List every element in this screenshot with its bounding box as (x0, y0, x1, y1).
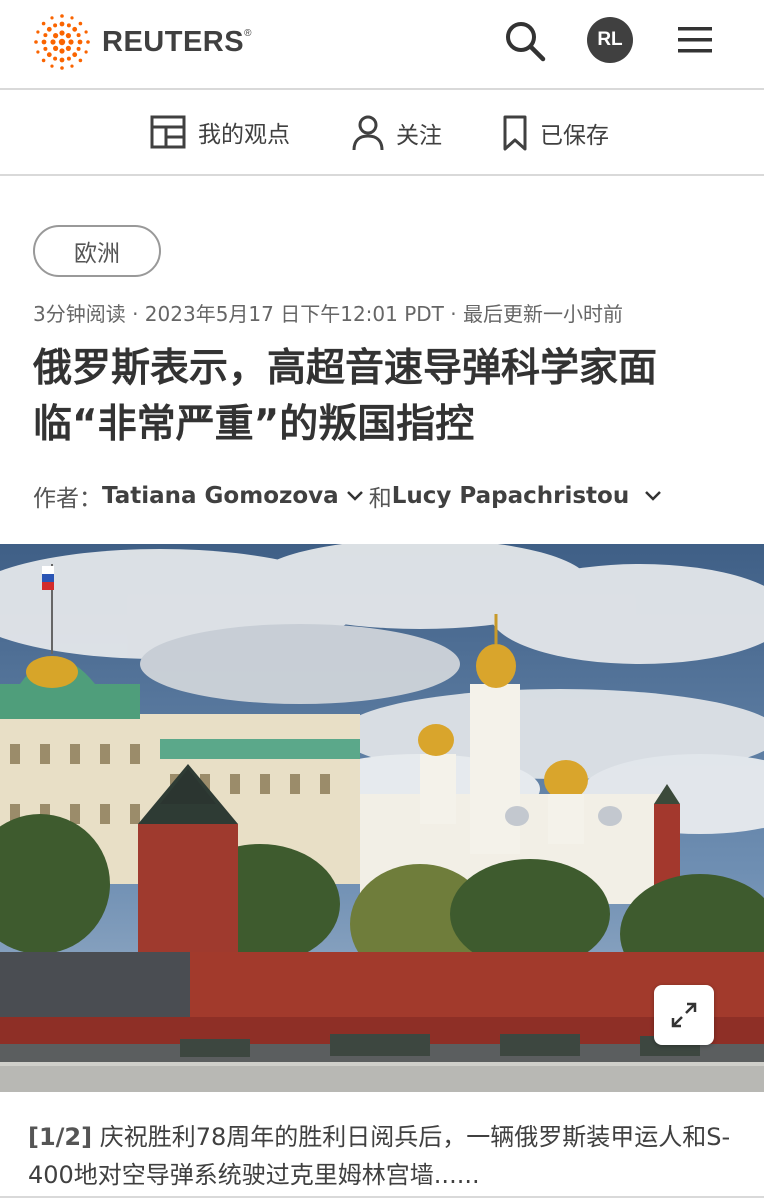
sub-navigation: 我的观点 关注 已保存 (0, 90, 764, 176)
article-photo[interactable] (0, 544, 764, 1092)
search-button[interactable] (502, 18, 548, 64)
saved-link[interactable]: 已保存 (502, 114, 609, 152)
my-view-link[interactable]: 我的观点 (150, 114, 290, 150)
section-tag[interactable]: 欧洲 (33, 225, 161, 277)
top-header: REUTERS® RL (0, 0, 764, 90)
chevron-down-icon[interactable] (643, 489, 663, 503)
author-link-2[interactable]: Lucy Papachristou (392, 483, 630, 509)
reuters-logo[interactable]: REUTERS® (32, 12, 252, 72)
saved-label: 已保存 (540, 123, 609, 149)
article-headline: 俄罗斯表示，高超音速导弹科学家面临“非常严重”的叛国指控 (33, 346, 658, 447)
photo-index: [1/2] (28, 1123, 93, 1151)
expand-icon (671, 1002, 697, 1028)
brand-name: REUTERS® (102, 25, 252, 58)
bookmark-icon (503, 115, 527, 151)
following-link[interactable]: 关注 (352, 114, 442, 152)
search-icon (506, 22, 546, 62)
photo-caption: [1/2] 庆祝胜利78周年的胜利日阅兵后，一辆俄罗斯装甲运人和S-400地对空… (28, 1118, 738, 1194)
following-label: 关注 (396, 123, 442, 149)
user-avatar[interactable]: RL (587, 17, 633, 63)
person-icon (352, 115, 384, 151)
hamburger-menu-icon (678, 27, 712, 53)
divider (0, 1196, 764, 1198)
kremlin-photo-illustration (0, 544, 764, 1092)
expand-image-button[interactable] (654, 985, 714, 1045)
layout-grid-icon (150, 115, 186, 149)
article-meta: 3分钟阅读 · 2023年5月17 日下午12:01 PDT · 最后更新一小时… (33, 302, 623, 326)
photo-caption-text: 庆祝胜利78周年的胜利日阅兵后，一辆俄罗斯装甲运人和S-400地对空导弹系统驶过… (28, 1123, 731, 1189)
chevron-down-icon[interactable] (345, 489, 365, 503)
author-link-1[interactable]: Tatiana Gomozova (102, 483, 339, 509)
menu-button[interactable] (676, 22, 716, 58)
byline-conjunction: 和 (368, 486, 392, 512)
byline: 作者： Tatiana Gomozova 和 Lucy Papachristou (33, 479, 667, 513)
reuters-logo-icon (34, 14, 90, 70)
byline-prefix: 作者： (33, 486, 102, 512)
my-view-label: 我的观点 (198, 122, 290, 148)
